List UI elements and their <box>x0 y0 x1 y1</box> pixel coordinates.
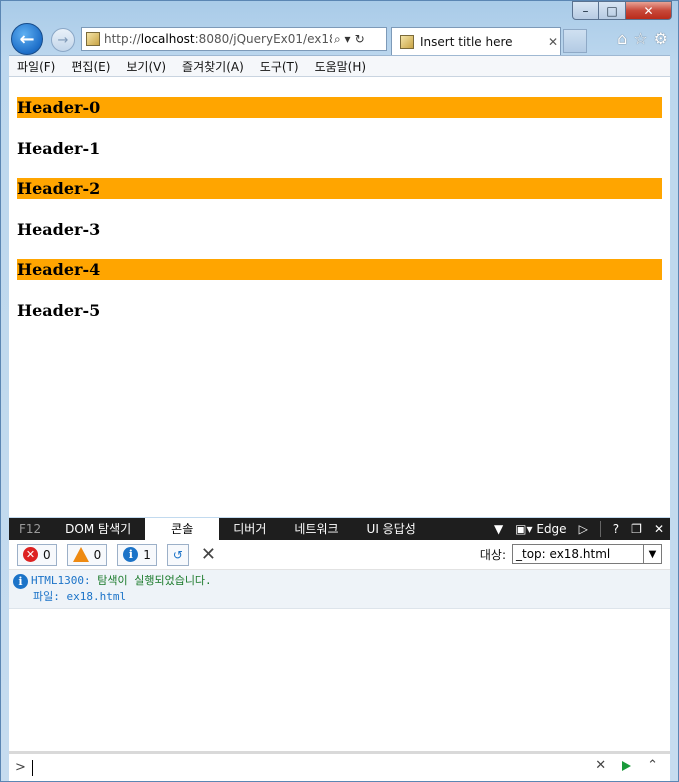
devtools-f12-label: F12 <box>19 522 42 536</box>
address-host: localhost <box>140 32 195 46</box>
chevron-down-icon: ▼ <box>643 545 661 563</box>
emulation-icon[interactable]: ▣▾ Edge <box>515 522 566 536</box>
developer-tools: F12 DOM 탐색기 콘솔 디버거 네트워크 UI 응답성 ▼ ▣▾ Edge… <box>9 518 670 781</box>
info-icon: i <box>13 574 28 589</box>
warnings-filter[interactable]: 0 <box>66 543 108 566</box>
separator <box>599 521 601 537</box>
browser-window: – □ ✕ ← → http://localhost:8080/jQueryEx… <box>0 0 679 782</box>
console-input-controls: ✕ ⌃ <box>595 758 658 773</box>
address-bar[interactable]: http://localhost:8080/jQueryEx01/ex18.ht… <box>81 27 387 51</box>
window-controls: – □ ✕ <box>572 1 672 21</box>
page-content: Header-0 Header-1 Header-2 Header-3 Head… <box>9 77 670 517</box>
tab-ui-responsiveness[interactable]: UI 응답성 <box>353 518 430 540</box>
address-prefix: http:// <box>104 32 141 46</box>
tab-network[interactable]: 네트워크 <box>280 518 352 540</box>
warning-icon <box>72 547 89 562</box>
address-tools: ⌕ ▾ ↻ <box>334 32 365 47</box>
header-1: Header-1 <box>17 138 101 158</box>
console-toolbar: ✕ 0 0 i 1 ↺ ✕ 대상: _top: ex18.html ▼ <box>9 540 670 570</box>
home-icon[interactable]: ⌂ <box>617 29 627 48</box>
menu-edit[interactable]: 편집(E) <box>71 58 110 75</box>
menu-file[interactable]: 파일(F) <box>17 58 55 75</box>
messages-filter[interactable]: i 1 <box>117 543 157 566</box>
favorites-icon[interactable]: ☆ <box>633 29 647 48</box>
browser-tab[interactable]: Insert title here ✕ <box>391 27 561 55</box>
gear-icon[interactable]: ⚙ <box>654 29 668 48</box>
tab-title: Insert title here <box>420 34 513 49</box>
header-2: Header-2 <box>17 178 662 199</box>
errors-filter[interactable]: ✕ 0 <box>17 543 57 566</box>
messages-count: 1 <box>143 547 151 562</box>
tab-debugger[interactable]: 디버거 <box>219 518 280 540</box>
refresh-icon[interactable]: ↻ <box>355 32 365 47</box>
undock-icon[interactable]: ❐ <box>631 522 642 536</box>
clear-console-icon[interactable]: ✕ <box>201 544 216 565</box>
menu-help[interactable]: 도움말(H) <box>315 58 367 75</box>
emulation-mode: Edge <box>536 522 567 536</box>
console-message: i HTML1300: 탐색이 실행되었습니다. 파일: ex18.html <box>9 570 670 609</box>
info-icon: i <box>123 547 139 562</box>
close-devtools-icon[interactable]: ✕ <box>654 522 664 536</box>
message-line: HTML1300: 탐색이 실행되었습니다. <box>31 573 670 589</box>
tab-close-icon[interactable]: ✕ <box>548 35 558 49</box>
message-text: 탐색이 실행되었습니다. <box>97 574 212 587</box>
menu-view[interactable]: 보기(V) <box>126 58 166 75</box>
header-3: Header-3 <box>17 219 101 239</box>
devtools-right-controls: ▼ ▣▾ Edge ▷ ? ❐ ✕ <box>494 518 664 540</box>
menu-tools[interactable]: 도구(T) <box>260 58 299 75</box>
target-dropdown[interactable]: _top: ex18.html ▼ <box>512 544 662 564</box>
clear-input-icon[interactable]: ✕ <box>595 758 606 773</box>
tab-console[interactable]: 콘솔 <box>145 518 220 540</box>
menu-bar: 파일(F) 편집(E) 보기(V) 즐겨찾기(A) 도구(T) 도움말(H) <box>9 55 670 77</box>
tab-page-icon <box>400 34 414 49</box>
help-icon[interactable]: ? <box>613 522 619 536</box>
console-input[interactable]: > ✕ ⌃ <box>9 751 670 781</box>
navigation-bar: ← → http://localhost:8080/jQueryEx01/ex1… <box>9 21 670 55</box>
maximize-button[interactable]: □ <box>599 1 626 20</box>
search-icon[interactable]: ⌕ ▾ <box>334 32 351 47</box>
error-icon: ✕ <box>23 547 38 562</box>
back-button[interactable]: ← <box>11 23 43 55</box>
console-toggle-icon[interactable]: ▷ <box>579 522 588 536</box>
errors-count: 0 <box>43 547 51 562</box>
new-tab-button[interactable] <box>563 29 587 53</box>
target-value: _top: ex18.html <box>516 547 611 561</box>
menu-favorites[interactable]: 즐겨찾기(A) <box>182 58 244 75</box>
tab-dom-explorer[interactable]: DOM 탐색기 <box>51 518 145 540</box>
message-code: HTML1300: <box>31 574 91 587</box>
clear-on-navigate-icon[interactable]: ↺ <box>166 543 189 566</box>
header-0: Header-0 <box>17 97 662 118</box>
minimize-button[interactable]: – <box>572 1 599 20</box>
forward-button[interactable]: → <box>51 28 75 52</box>
prompt-icon: > <box>15 760 26 775</box>
input-caret <box>31 759 33 776</box>
target-selector: 대상: _top: ex18.html ▼ <box>480 544 662 564</box>
message-file[interactable]: 파일: ex18.html <box>31 589 670 605</box>
toolbar-icons: ⌂ ☆ ⚙ <box>617 29 668 48</box>
warnings-count: 0 <box>93 547 102 562</box>
header-4: Header-4 <box>17 259 662 280</box>
page-icon <box>86 32 100 46</box>
target-label: 대상: <box>479 547 506 562</box>
expand-icon[interactable]: ⌃ <box>647 758 658 773</box>
more-tabs-icon[interactable]: ▼ <box>494 522 503 536</box>
address-url[interactable]: http://localhost:8080/jQueryEx01/ex18.ht <box>104 32 332 46</box>
run-icon[interactable] <box>622 760 632 771</box>
address-path: :8080/jQueryEx01/ex18.ht <box>194 32 332 46</box>
close-window-button[interactable]: ✕ <box>626 1 672 20</box>
header-5: Header-5 <box>17 300 101 320</box>
devtools-tab-bar: F12 DOM 탐색기 콘솔 디버거 네트워크 UI 응답성 ▼ ▣▾ Edge… <box>9 518 670 540</box>
